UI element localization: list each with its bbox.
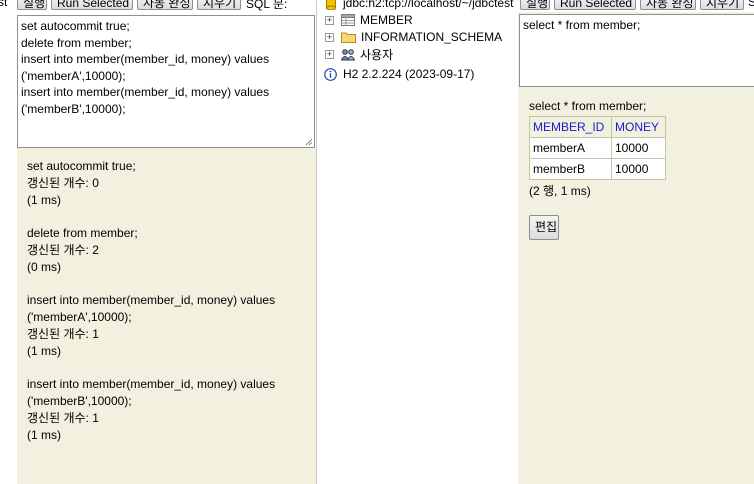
result-line: (1 ms): [27, 427, 61, 442]
table-row: memberB 10000: [529, 158, 666, 180]
sql-line: ('memberB',10000);: [21, 101, 126, 116]
folder-icon: [341, 32, 356, 43]
result-line: set autocommit true;: [27, 159, 136, 173]
info-icon: [324, 67, 337, 81]
tree-item-label: INFORMATION_SCHEMA: [361, 30, 503, 44]
result-line: insert into member(member_id, money) val…: [27, 293, 276, 308]
table-cell: memberB: [529, 158, 612, 180]
tree-item-member[interactable]: + MEMBER: [325, 12, 413, 28]
sql-editor[interactable]: set autocommit true; delete from member; i…: [17, 15, 315, 148]
result-line: [27, 276, 312, 293]
sql-line: delete from member;: [21, 35, 132, 50]
result-query: select * from member;: [529, 99, 647, 113]
auto-complete-button[interactable]: 자동 완성: [640, 0, 696, 10]
column-header-member-id[interactable]: MEMBER_ID: [529, 116, 612, 138]
result-table: MEMBER_ID MONEY memberA 10000 memberB 10…: [529, 116, 666, 180]
connection-url: jdbc:h2:tcp://localhost/~/jdbctest: [343, 0, 514, 10]
sql-line: ('memberA',10000);: [21, 68, 126, 83]
tree-item-users[interactable]: + 사용자: [325, 46, 393, 62]
result-line: (1 ms): [27, 192, 61, 207]
result-log: set autocommit true; 갱신된 개수: 0 (1 ms) de…: [27, 158, 312, 444]
column-header-money[interactable]: MONEY: [611, 116, 666, 138]
table-cell: 10000: [611, 158, 666, 180]
run-selected-button[interactable]: Run Selected: [554, 0, 636, 10]
result-line: insert into member(member_id, money) val…: [27, 377, 276, 392]
tree-item-information-schema[interactable]: + INFORMATION_SCHEMA: [325, 29, 502, 45]
database-icon: [326, 0, 336, 10]
result-line: 갱신된 개수: 0: [27, 175, 99, 190]
toolbar-cut-text: S: [748, 0, 754, 9]
run-button[interactable]: 실행: [17, 0, 47, 10]
tree-item-label: MEMBER: [360, 13, 413, 27]
auto-complete-button[interactable]: 자동 완성: [137, 0, 193, 10]
result-line: 갱신된 개수: 1: [27, 326, 99, 341]
result-line: 갱신된 개수: 2: [27, 242, 99, 257]
clear-button[interactable]: 지우기: [700, 0, 744, 10]
run-button[interactable]: 실행: [520, 0, 550, 10]
expand-icon[interactable]: +: [325, 32, 334, 42]
version-label: H2 2.2.224 (2023-09-17): [343, 67, 475, 81]
left-query-panel: st 실행 Run Selected 자동 완성 지우기 SQL 문: set …: [0, 0, 316, 484]
result-line: ('memberA',10000);: [27, 310, 132, 325]
sql-statement-label: SQL 문:: [246, 0, 288, 11]
right-query-panel: 실행 Run Selected 자동 완성 지우기 S select * fro…: [518, 0, 754, 484]
result-line: [27, 360, 312, 377]
tree-connection[interactable]: jdbc:h2:tcp://localhost/~/jdbctest: [326, 0, 513, 11]
users-icon: [341, 48, 355, 60]
result-summary: (2 행, 1 ms): [529, 184, 591, 198]
table-row: memberA 10000: [529, 137, 666, 159]
result-line: (1 ms): [27, 343, 61, 358]
sql-line: insert into member(member_id, money) val…: [21, 85, 270, 99]
result-line: delete from member;: [27, 226, 138, 241]
run-selected-button[interactable]: Run Selected: [51, 0, 133, 10]
table-header-row: MEMBER_ID MONEY: [529, 116, 666, 138]
resize-handle-icon[interactable]: [305, 138, 313, 146]
result-line: (0 ms): [27, 259, 61, 274]
result-line: 갱신된 개수: 1: [27, 410, 99, 425]
expand-icon[interactable]: +: [325, 15, 334, 25]
result-line: ('memberB',10000);: [27, 394, 132, 409]
tree-item-label: 사용자: [360, 47, 394, 62]
clear-button[interactable]: 지우기: [197, 0, 241, 10]
sql-line: set autocommit true;: [21, 19, 130, 33]
toolbar-cut-text: st: [0, 0, 8, 9]
table-cell: memberA: [529, 137, 612, 159]
sql-editor[interactable]: select * from member;: [519, 14, 754, 87]
edit-button[interactable]: 편집: [529, 215, 559, 240]
table-icon: [341, 14, 355, 26]
version-info: H2 2.2.224 (2023-09-17): [324, 66, 474, 82]
result-line: [27, 208, 312, 225]
expand-icon[interactable]: +: [325, 49, 334, 59]
schema-tree-panel: jdbc:h2:tcp://localhost/~/jdbctest + MEM…: [316, 0, 518, 484]
table-cell: 10000: [611, 137, 666, 159]
sql-line: insert into member(member_id, money) val…: [21, 52, 270, 66]
